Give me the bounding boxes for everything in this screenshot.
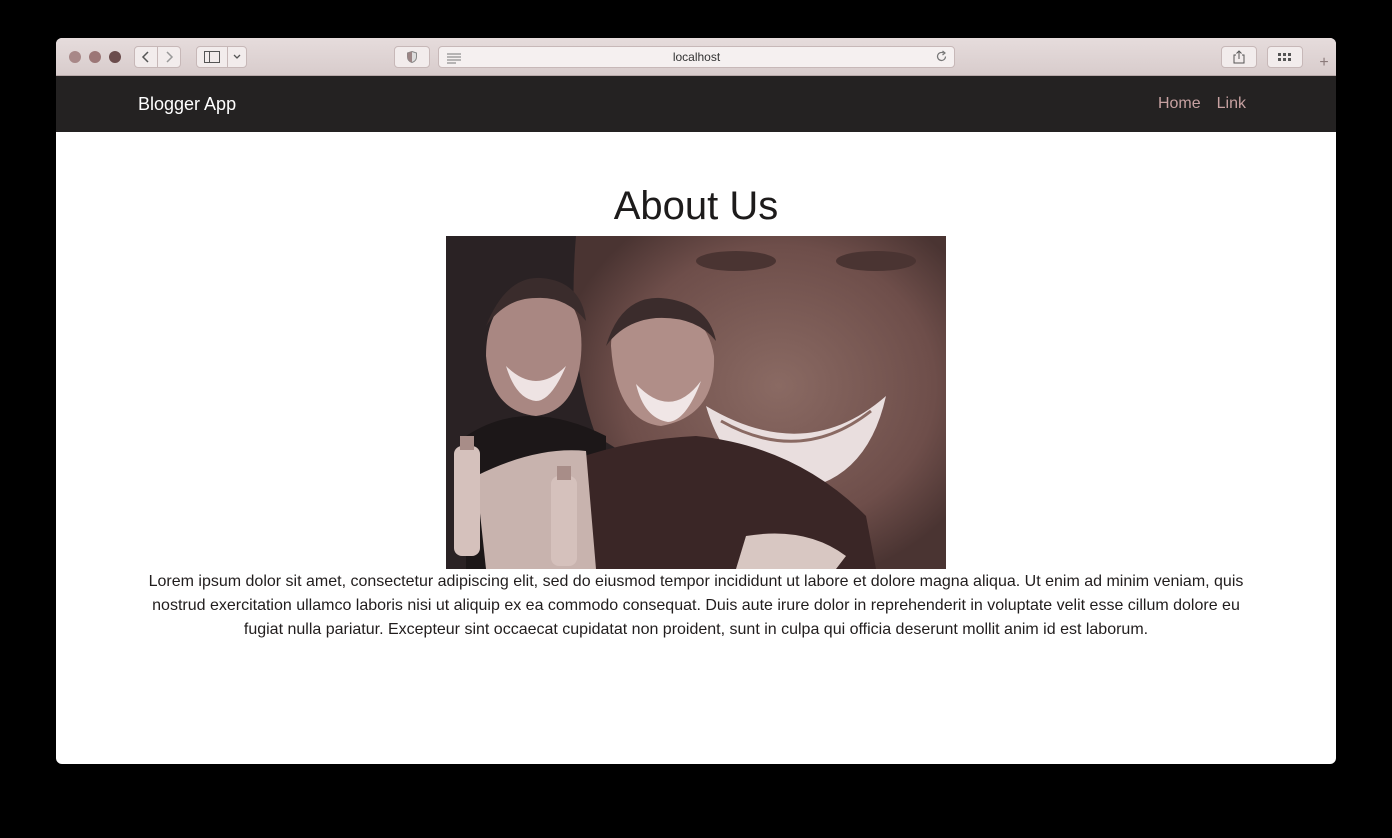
chevron-down-icon bbox=[233, 54, 241, 59]
page-title: About Us bbox=[613, 184, 779, 228]
tabs-grid-icon bbox=[1278, 53, 1291, 61]
forward-icon bbox=[166, 51, 174, 63]
forward-button[interactable] bbox=[157, 46, 181, 68]
minimize-dot[interactable] bbox=[89, 51, 101, 63]
nav-link-home[interactable]: Home bbox=[1158, 95, 1201, 113]
back-button[interactable] bbox=[134, 46, 158, 68]
sidebar-button[interactable] bbox=[196, 46, 228, 68]
browser-window: localhost + Blogger App Home Link About … bbox=[56, 38, 1336, 764]
sidebar-icon bbox=[204, 51, 220, 63]
navbar-brand[interactable]: Blogger App bbox=[138, 76, 236, 132]
sidebar-menu-button[interactable] bbox=[227, 46, 247, 68]
about-photo bbox=[446, 236, 946, 569]
shield-icon bbox=[407, 51, 417, 63]
new-tab-icon[interactable]: + bbox=[1312, 50, 1336, 76]
privacy-button[interactable] bbox=[394, 46, 430, 68]
browser-toolbar: localhost + bbox=[56, 38, 1336, 76]
address-bar[interactable]: localhost bbox=[438, 46, 955, 68]
zoom-dot[interactable] bbox=[109, 51, 121, 63]
about-paragraph: Lorem ipsum dolor sit amet, consectetur … bbox=[148, 573, 1244, 638]
url-text: localhost bbox=[672, 50, 721, 64]
reload-icon[interactable] bbox=[935, 50, 948, 68]
nav-link-link[interactable]: Link bbox=[1217, 95, 1246, 113]
share-icon bbox=[1233, 50, 1245, 64]
close-dot[interactable] bbox=[69, 51, 81, 63]
back-icon bbox=[141, 51, 149, 63]
site-navbar: Blogger App Home Link bbox=[56, 76, 1336, 132]
navbar-links: Home Link bbox=[1158, 76, 1246, 132]
share-button[interactable] bbox=[1221, 46, 1257, 68]
tabs-overview-button[interactable] bbox=[1267, 46, 1303, 68]
